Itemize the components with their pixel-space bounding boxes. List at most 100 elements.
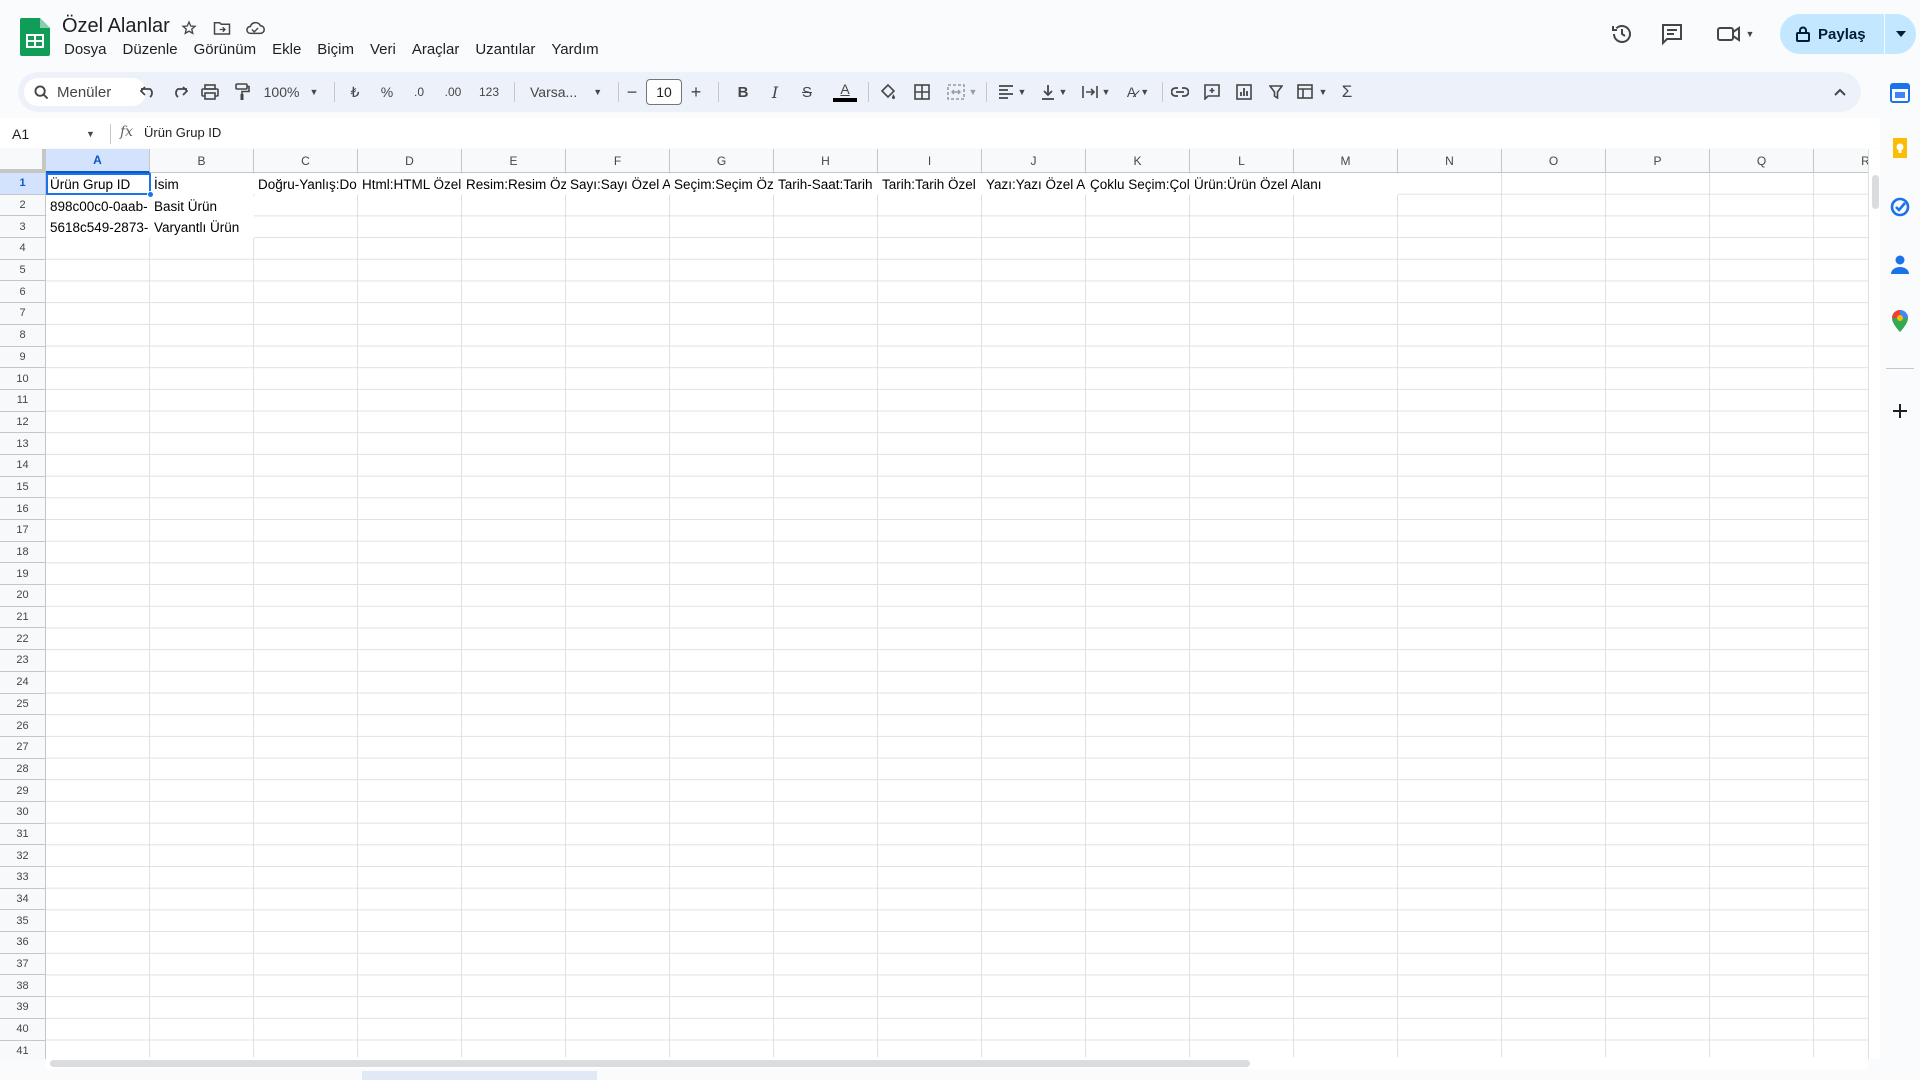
vertical-scroll-thumb[interactable] (1872, 175, 1879, 209)
column-header-r[interactable]: R (1814, 149, 1868, 173)
comments-icon[interactable] (1658, 20, 1686, 48)
row-header-6[interactable]: 6 (0, 281, 45, 304)
cell-b1[interactable]: İsim (151, 174, 254, 195)
row-header-16[interactable]: 16 (0, 498, 45, 520)
row-header-22[interactable]: 22 (0, 628, 45, 651)
vertical-align-icon[interactable]: ▼ (1036, 80, 1072, 104)
share-button[interactable]: Paylaş (1780, 14, 1916, 54)
star-icon[interactable] (178, 17, 200, 39)
column-header-e[interactable]: E (462, 149, 566, 173)
cell-d1[interactable]: Html:HTML Özel (359, 174, 462, 195)
collapse-toolbar-icon[interactable] (1828, 80, 1852, 104)
print-icon[interactable] (198, 80, 222, 104)
insert-chart-icon[interactable] (1232, 80, 1256, 104)
sheets-logo-icon[interactable] (20, 18, 50, 56)
currency-format-button[interactable]: ₺ (344, 80, 366, 104)
menu-format[interactable]: Biçim (309, 39, 362, 61)
cell-b3[interactable]: Varyantlı Ürün (151, 217, 254, 239)
column-header-i[interactable]: I (878, 149, 982, 173)
horizontal-scrollbar[interactable] (46, 1057, 1868, 1069)
column-header-g[interactable]: G (670, 149, 774, 173)
row-header-28[interactable]: 28 (0, 759, 45, 781)
row-header-7[interactable]: 7 (0, 303, 45, 325)
row-header-23[interactable]: 23 (0, 650, 45, 672)
share-main[interactable]: Paylaş (1780, 14, 1884, 54)
column-header-c[interactable]: C (254, 149, 358, 173)
calendar-icon[interactable] (1889, 82, 1911, 104)
row-header-25[interactable]: 25 (0, 694, 45, 716)
move-folder-icon[interactable] (211, 17, 233, 39)
cell-b2[interactable]: Basit Ürün (151, 195, 254, 217)
strikethrough-button[interactable]: S (796, 80, 818, 104)
cell-e1[interactable]: Resim:Resim Öz (463, 174, 566, 195)
fill-color-icon[interactable] (876, 80, 900, 104)
column-header-m[interactable]: M (1294, 149, 1398, 173)
menus-search[interactable]: Menüler (24, 78, 146, 106)
row-header-26[interactable]: 26 (0, 715, 45, 737)
cell-k1[interactable]: Çoklu Seçim:Çol (1087, 174, 1190, 195)
row-header-11[interactable]: 11 (0, 390, 45, 412)
zoom-select[interactable]: 100% ▼ (262, 80, 320, 104)
horizontal-scroll-thumb[interactable] (50, 1060, 1250, 1067)
row-header-30[interactable]: 30 (0, 802, 45, 824)
text-color-button[interactable]: A (832, 80, 858, 104)
bold-button[interactable]: B (732, 80, 754, 104)
select-all-corner[interactable] (0, 149, 46, 173)
row-header-29[interactable]: 29 (0, 780, 45, 802)
cell-l1[interactable]: Ürün:Ürün Özel Alanı (1191, 174, 1398, 195)
row-header-19[interactable]: 19 (0, 563, 45, 586)
row-header-3[interactable]: 3 (0, 216, 45, 239)
filter-icon[interactable] (1264, 80, 1288, 104)
row-header-8[interactable]: 8 (0, 325, 45, 347)
share-dropdown-icon[interactable] (1885, 31, 1916, 37)
row-header-5[interactable]: 5 (0, 260, 45, 282)
cell-f1[interactable]: Sayı:Sayı Özel A (567, 174, 670, 195)
row-header-14[interactable]: 14 (0, 455, 45, 477)
redo-icon[interactable] (168, 80, 192, 104)
italic-button[interactable]: I (764, 80, 786, 104)
insert-comment-icon[interactable] (1200, 80, 1224, 104)
cell-a2[interactable]: 898c00c0-0aab- (47, 195, 150, 217)
row-header-20[interactable]: 20 (0, 585, 45, 607)
filter-views-icon[interactable]: ▼ (1294, 80, 1330, 104)
column-header-q[interactable]: Q (1710, 149, 1814, 173)
cell-a1[interactable]: Ürün Grup ID (47, 174, 150, 195)
name-box-caret-icon[interactable]: ▼ (86, 129, 95, 139)
cell-g1[interactable]: Seçim:Seçim Öz (671, 174, 774, 195)
add-icon[interactable] (1889, 400, 1911, 422)
contacts-icon[interactable] (1889, 253, 1911, 275)
row-header-1[interactable]: 1 (0, 173, 45, 195)
document-title[interactable]: Özel Alanlar (62, 15, 170, 38)
meet-icon[interactable]: ▼ (1712, 20, 1758, 48)
percent-format-button[interactable]: % (376, 80, 398, 104)
menu-tools[interactable]: Araçlar (404, 39, 468, 61)
column-header-a[interactable]: A (46, 149, 150, 173)
formula-input[interactable]: Ürün Grup ID (144, 125, 221, 140)
functions-button[interactable]: Σ (1336, 80, 1358, 104)
row-header-32[interactable]: 32 (0, 845, 45, 867)
column-header-l[interactable]: L (1190, 149, 1294, 173)
keep-icon[interactable] (1889, 138, 1911, 160)
row-header-10[interactable]: 10 (0, 368, 45, 390)
merge-cells-icon[interactable]: ▼ (942, 80, 982, 104)
undo-icon[interactable] (136, 80, 160, 104)
row-header-2[interactable]: 2 (0, 195, 45, 217)
cell-i1[interactable]: Tarih:Tarih Özel (879, 174, 982, 195)
font-family-select[interactable]: Varsa... ▼ (522, 80, 612, 104)
font-size-input[interactable]: 10 (646, 79, 682, 105)
column-header-k[interactable]: K (1086, 149, 1190, 173)
column-header-p[interactable]: P (1606, 149, 1710, 173)
cloud-status-icon[interactable] (244, 17, 266, 39)
paint-format-icon[interactable] (230, 80, 254, 104)
sheet-tab[interactable] (362, 1071, 597, 1080)
row-header-12[interactable]: 12 (0, 412, 45, 434)
increase-font-size-icon[interactable]: + (686, 80, 706, 104)
row-header-41[interactable]: 41 (0, 1041, 45, 1060)
row-header-9[interactable]: 9 (0, 347, 45, 369)
column-header-b[interactable]: B (150, 149, 254, 173)
row-header-39[interactable]: 39 (0, 997, 45, 1019)
row-header-35[interactable]: 35 (0, 910, 45, 933)
cell-j1[interactable]: Yazı:Yazı Özel A (983, 174, 1086, 195)
text-wrapping-icon[interactable]: ▼ (1078, 80, 1114, 104)
cell-h1[interactable]: Tarih-Saat:Tarih (775, 174, 878, 195)
